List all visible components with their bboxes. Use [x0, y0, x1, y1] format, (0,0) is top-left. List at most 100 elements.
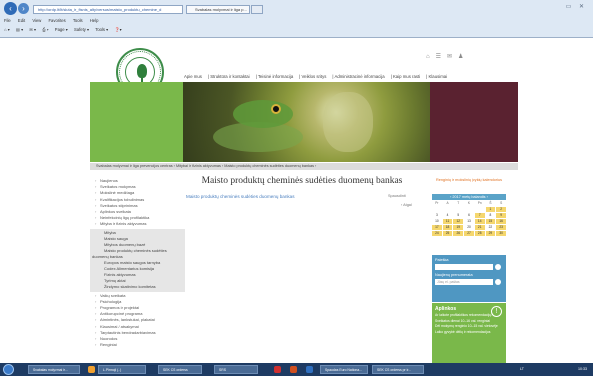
calendar-day[interactable]: 11 [442, 219, 453, 224]
calendar-day[interactable]: 10 [432, 219, 442, 224]
calendar-header: ‹ 2017 metų balandis › [432, 194, 506, 200]
submenu-item[interactable]: Žindymo skatinimo komitetas [90, 284, 185, 290]
search-go-icon[interactable] [495, 264, 501, 270]
start-button[interactable] [3, 364, 14, 375]
folder-icon[interactable] [88, 366, 95, 373]
menu-edit[interactable]: Edit [18, 18, 25, 23]
app-icon[interactable] [290, 366, 297, 373]
app-icon[interactable] [274, 366, 281, 373]
calendar-day[interactable]: 4 [443, 213, 453, 218]
calendar-day[interactable]: 30 [496, 231, 506, 236]
calendar-empty [453, 207, 463, 212]
menu-view[interactable]: View [32, 18, 41, 23]
calendar-day[interactable]: 15 [485, 219, 496, 224]
content-link[interactable]: Maisto produktų cheminės sudėties duomen… [186, 194, 295, 199]
app-icon[interactable] [306, 366, 313, 373]
forward-icon[interactable]: › [18, 3, 29, 14]
tab-active[interactable]: Svabalas molyvmai ir liga p... [186, 5, 250, 14]
subscribe-input[interactable]: Jūsų el. paštas [435, 279, 493, 285]
calendar-day[interactable]: 12 [453, 219, 464, 224]
address-bar[interactable]: http://ordp.lt/lt/sluta_ir_fisnis_alty/v… [33, 5, 183, 14]
menu-file[interactable]: File [4, 18, 11, 23]
calendar-day[interactable]: 20 [464, 225, 474, 230]
breadcrumb[interactable]: Svabalas molyvmai ir liga prevencijos ce… [90, 163, 518, 170]
calendar-day[interactable]: 3 [432, 213, 442, 218]
help-icon[interactable]: ❓▾ [114, 27, 121, 32]
user-icon[interactable]: ♟ [458, 54, 469, 60]
taskbar-item[interactable]: L.Pirmoji (..) [98, 365, 146, 374]
tab-new[interactable] [251, 5, 263, 14]
calendar-day[interactable]: 18 [442, 225, 453, 230]
cmd-tools[interactable]: Tools ▾ [95, 27, 108, 32]
calendar-day[interactable]: 8 [486, 213, 496, 218]
calendar-day[interactable]: 28 [474, 231, 485, 236]
calendar-day[interactable]: 13 [464, 219, 474, 224]
taskbar-item[interactable]: SRS [214, 365, 258, 374]
news-item[interactable]: Laiko gyvybė dėlių ir rekomendacijos [435, 330, 503, 335]
command-bar: ⌂ ▾ ▤ ▾ ✉ ▾ ⎙ ▾ Page ▾ Safety ▾ Tools ▾ … [4, 27, 127, 33]
calendar-day[interactable]: 19 [453, 225, 464, 230]
nav-activities[interactable]: Veiklos sritys [302, 74, 327, 79]
mail-icon[interactable]: ✉ ▾ [29, 27, 36, 32]
nav-structure[interactable]: Struktūra ir kontaktai [210, 74, 249, 79]
taskbar-item[interactable]: SEK CS orderss pr ir... [372, 365, 424, 374]
nav-item-active[interactable]: Mityba ir fizinis aktyvumas [90, 221, 185, 227]
calendar-empty [432, 207, 442, 212]
nav-item[interactable]: Renginiai [90, 342, 185, 348]
calendar-day[interactable]: 25 [442, 231, 453, 236]
taskbar: Svabalas molyvmai ir... L.Pirmoji (..) S… [0, 363, 593, 376]
tray-language[interactable]: LT [520, 367, 524, 371]
nav-legal[interactable]: Teisinė informacija [258, 74, 293, 79]
print-icon[interactable]: ⎙ ▾ [42, 27, 48, 32]
cmd-page[interactable]: Page ▾ [55, 27, 68, 32]
calendar-day[interactable]: 6 [464, 213, 474, 218]
back-icon[interactable]: ‹ [4, 2, 17, 15]
feeds-icon[interactable]: ▤ ▾ [16, 27, 23, 32]
calendar-day[interactable]: 29 [485, 231, 496, 236]
calendar-day[interactable]: 17 [432, 225, 442, 230]
calendar-day[interactable]: 16 [496, 219, 506, 224]
next-month-icon[interactable]: › [487, 195, 488, 199]
calendar-day[interactable]: 5 [453, 213, 463, 218]
menu-favorites[interactable]: Favorites [49, 18, 66, 23]
header-frog-image [183, 82, 430, 162]
calendar-day[interactable]: 24 [432, 231, 442, 236]
calendar-day[interactable]: 14 [474, 219, 485, 224]
calendar-day[interactable]: 26 [453, 231, 464, 236]
calendar-day[interactable]: 27 [464, 231, 474, 236]
news-item[interactable]: Sveikatos dienai 10–16 val. renginiai [435, 319, 503, 324]
calendar-day[interactable]: 23 [496, 225, 506, 230]
window-controls[interactable]: ▭ ✕ [566, 3, 587, 10]
menu-tools[interactable]: Tools [73, 18, 83, 23]
calendar-empty [464, 207, 474, 212]
frog-eye [271, 104, 281, 114]
menu-help[interactable]: Help [90, 18, 99, 23]
taskbar-item[interactable]: Spaudas Euro Nationa... [320, 365, 368, 374]
cmd-safety[interactable]: Safety ▾ [74, 27, 89, 32]
calendar-day[interactable]: 7 [474, 213, 485, 218]
home-icon[interactable]: ⌂ ▾ [4, 27, 10, 32]
calendar-day[interactable]: 1 [485, 207, 496, 212]
nav-find-us[interactable]: Kaip mus rasti [393, 74, 420, 79]
nav-questions[interactable]: Klausimai [428, 74, 447, 79]
tree-icon [137, 64, 147, 78]
taskbar-item[interactable]: Svabalas molyvmai ir... [28, 365, 80, 374]
nav-admin[interactable]: Administracinė informacija [334, 74, 384, 79]
nav-about[interactable]: Apie mus [184, 74, 202, 79]
calendar-day[interactable]: 22 [486, 225, 496, 230]
mail-icon[interactable]: ✉ [447, 54, 458, 60]
home-icon[interactable]: ⌂ [426, 54, 436, 60]
frog-head [233, 100, 293, 128]
calendar-day[interactable]: 2 [496, 207, 506, 212]
sitemap-icon[interactable]: ☰ [436, 54, 447, 60]
taskbar-item[interactable]: SEK CS orderss [158, 365, 202, 374]
news-item[interactable]: Dėl mokymų renginio 10–15 val. vietovėje [435, 324, 503, 329]
calendar-day[interactable]: 21 [474, 225, 485, 230]
calendar-day[interactable]: 9 [496, 213, 506, 218]
subscribe-go-icon[interactable] [495, 279, 501, 285]
back-link[interactable]: ‹ Atgal [401, 203, 412, 207]
print-button[interactable]: Spausdinti [388, 194, 406, 198]
search-input[interactable] [435, 264, 493, 270]
calendar-promo[interactable]: Renginių ir mokslinių įvykių kalendorius [432, 178, 506, 183]
search-label: Paieška [435, 258, 449, 262]
